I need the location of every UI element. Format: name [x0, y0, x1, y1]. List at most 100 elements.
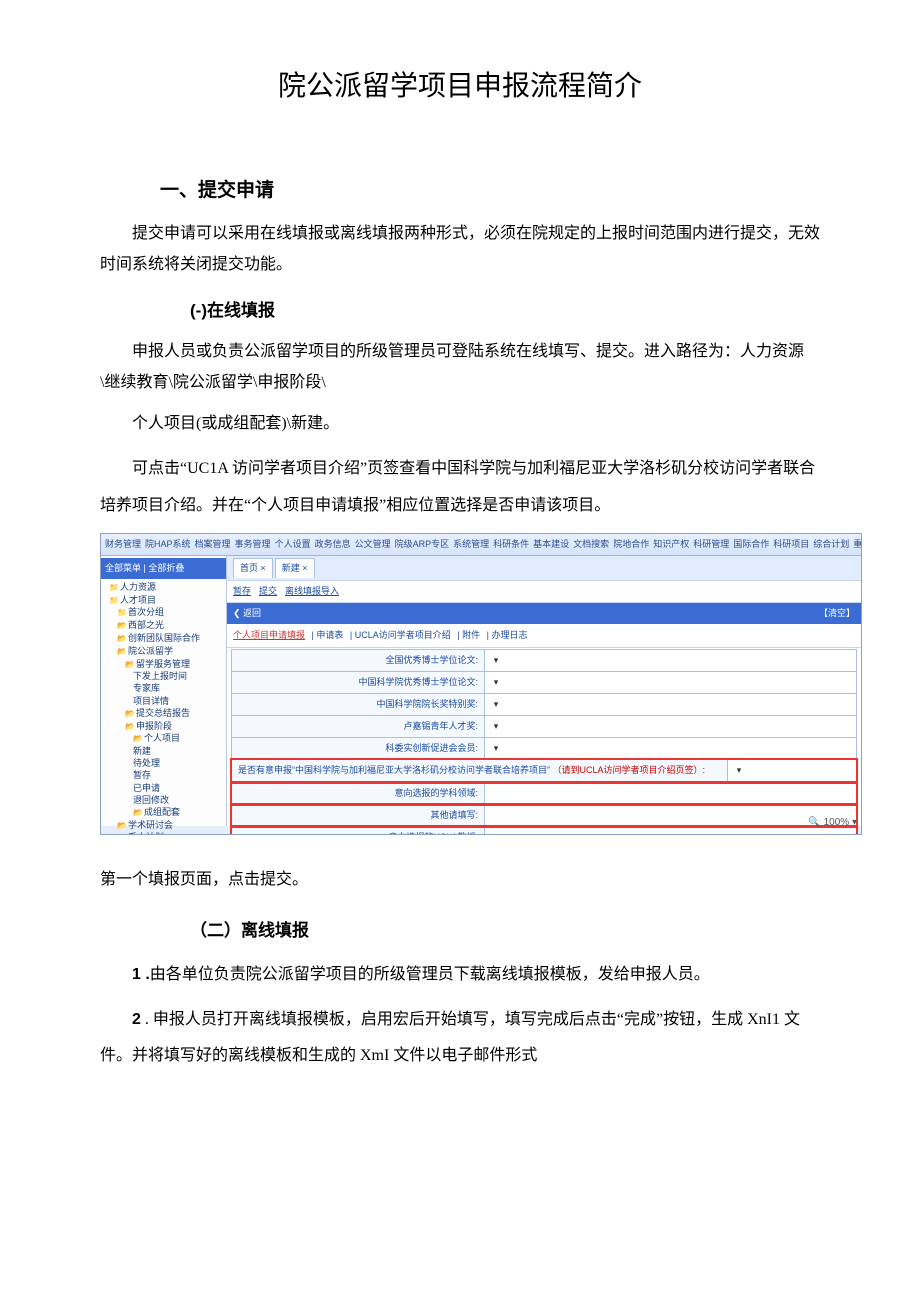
toolbar-action[interactable]: 暂存 — [233, 586, 251, 596]
form-row: 中国科学院院长奖特别奖:▾ — [231, 693, 857, 716]
menu-item[interactable]: 院地合作 — [613, 539, 649, 549]
toolbar-action[interactable]: 提交 — [259, 586, 277, 596]
nav-tree[interactable]: 人力资源人才项目首次分组西部之光创新团队国际合作院公派留学留学服务管理下发上报时… — [101, 579, 226, 835]
form-dropdown[interactable]: ▾ — [485, 650, 856, 671]
tree-node[interactable]: 待处理 — [103, 757, 224, 769]
chevron-down-icon[interactable]: ▾ — [489, 652, 503, 669]
sidebar-all-menu[interactable]: 全部菜单 — [105, 563, 141, 573]
menu-item[interactable]: 院HAP系统 — [145, 539, 191, 549]
form-row-highlight: 其他请填写: — [231, 804, 857, 827]
menu-item[interactable]: 国际合作 — [733, 539, 769, 549]
form-label: 其他请填写: — [232, 805, 485, 826]
tree-node[interactable]: 西部之光 — [103, 619, 224, 632]
form-dropdown[interactable]: ▾ — [485, 672, 856, 693]
form-dropdown[interactable]: ▾ — [485, 694, 856, 715]
tree-node[interactable]: 千人计划 — [103, 831, 224, 834]
chevron-down-icon[interactable]: ▾ — [489, 740, 503, 757]
tree-node[interactable]: 成组配套 — [103, 806, 224, 819]
form-input[interactable] — [485, 827, 856, 835]
tree-node[interactable]: 人力资源 — [103, 581, 224, 594]
tree-node[interactable]: 新建 — [103, 745, 224, 757]
menu-item[interactable]: 事务管理 — [235, 539, 271, 549]
tree-node[interactable]: 暂存 — [103, 769, 224, 781]
menu-item[interactable]: 综合计划 — [813, 539, 849, 549]
menu-item[interactable]: 文档搜索 — [573, 539, 609, 549]
page-title: 院公派留学项目申报流程简介 — [100, 60, 820, 113]
subtab-selected[interactable]: 个人项目申请填报 — [233, 630, 305, 640]
tree-node[interactable]: 学术研讨会 — [103, 819, 224, 832]
form-dropdown[interactable]: ▾ — [485, 716, 856, 737]
offline-step-2: 2 . 申报人员打开离线填报模板，启用宏后开始填写，填写完成后点击“完成”按钮，… — [100, 1002, 820, 1072]
subtab[interactable]: 办理日志 — [491, 630, 527, 640]
heading-1-2: （二）离线填报 — [190, 915, 820, 947]
back-button[interactable]: ❮ 返回 — [233, 605, 261, 622]
menu-item[interactable]: 档案管理 — [195, 539, 231, 549]
top-menu-bar: 财务管理院HAP系统档案管理事务管理个人设置政务信息公文管理院级ARP专区系统管… — [101, 534, 861, 556]
menu-item[interactable]: 财务管理 — [105, 539, 141, 549]
tree-node[interactable]: 已申请 — [103, 782, 224, 794]
subtab[interactable]: 申请表 — [316, 630, 343, 640]
menu-item[interactable]: 政务信息 — [315, 539, 351, 549]
chevron-down-icon[interactable]: ▾ — [489, 718, 503, 735]
toolbar[interactable]: 暂存提交离线填报导入 — [227, 581, 861, 603]
page-tab[interactable]: 首页 × — [233, 558, 273, 578]
ucla-label: 是否有意申报“中国科学院与加利福尼亚大学洛杉矶分校访问学者联合培养项目” — [238, 765, 550, 775]
tree-node[interactable]: 申报阶段 — [103, 720, 224, 733]
tree-node[interactable]: 个人项目 — [103, 732, 224, 745]
sidebar-collapse-all[interactable]: 全部折叠 — [148, 563, 184, 573]
back-bar[interactable]: ❮ 返回 【清空】 — [227, 603, 861, 624]
zoom-indicator[interactable]: 🔍 100% ▾ — [808, 813, 857, 832]
tree-node[interactable]: 人才项目 — [103, 594, 224, 607]
menu-item[interactable]: 科研管理 — [693, 539, 729, 549]
clear-link[interactable]: 【清空】 — [819, 605, 855, 622]
sidebar-header[interactable]: 全部菜单 | 全部折叠 — [101, 558, 226, 579]
tree-node[interactable]: 退回修改 — [103, 794, 224, 806]
heading-1: 一、提交申请 — [160, 173, 820, 209]
step-number-2: 2 — [132, 1011, 141, 1028]
menu-item[interactable]: 公文管理 — [355, 539, 391, 549]
page-tabs[interactable]: 首页 ×新建 × — [227, 556, 861, 581]
tree-node[interactable]: 留学服务管理 — [103, 658, 224, 671]
tree-node[interactable]: 项目详情 — [103, 695, 224, 707]
form-row: 全国优秀博士学位论文:▾ — [231, 649, 857, 672]
subtab[interactable]: 附件 — [462, 630, 480, 640]
form-label: 中国科学院优秀博士学位论文: — [232, 672, 485, 693]
menu-item[interactable]: 科研条件 — [493, 539, 529, 549]
menu-item[interactable]: 系统管理 — [453, 539, 489, 549]
tree-node[interactable]: 专家库 — [103, 682, 224, 694]
tree-node[interactable]: 下发上报时间 — [103, 670, 224, 682]
para-online-3: 可点击“UC1A 访问学者项目介绍”页签查看中国科学院与加利福尼亚大学洛杉矶分校… — [100, 451, 820, 525]
subtab[interactable]: UCLA访问学者项目介绍 — [355, 630, 451, 640]
ucla-note: （请到UCLA访问学者项目介绍页签）: — [553, 765, 706, 775]
form-label: 意向选报的UCLA教授: — [232, 827, 485, 835]
form-label: 卢嘉锡青年人才奖: — [232, 716, 485, 737]
ucla-apply-row[interactable]: 是否有意申报“中国科学院与加利福尼亚大学洛杉矶分校访问学者联合培养项目” （请到… — [231, 759, 857, 782]
form-label: 科委实创新促进会会员: — [232, 738, 485, 759]
menu-item[interactable]: 重大科研项目管理 — [853, 539, 862, 549]
chevron-down-icon[interactable]: ▾ — [489, 674, 503, 691]
form-row: 中国科学院优秀博士学位论文:▾ — [231, 671, 857, 694]
menu-item[interactable]: 基本建设 — [533, 539, 569, 549]
menu-item[interactable]: 院级ARP专区 — [395, 539, 450, 549]
form-row: 科委实创新促进会会员:▾ — [231, 737, 857, 760]
tree-node[interactable]: 创新团队国际合作 — [103, 632, 224, 645]
menu-item[interactable]: 个人设置 — [275, 539, 311, 549]
tree-node[interactable]: 院公派留学 — [103, 645, 224, 658]
toolbar-action[interactable]: 离线填报导入 — [285, 586, 339, 596]
chevron-down-icon[interactable]: ▾ — [489, 696, 503, 713]
sub-tabs[interactable]: 个人项目申请填报 | 申请表 | UCLA访问学者项目介绍 | 附件 | 办理日… — [227, 624, 861, 648]
screenshot-caption: 第一个填报页面，点击提交。 — [100, 865, 820, 895]
chevron-down-icon[interactable]: ▾ — [732, 762, 746, 779]
menu-item[interactable]: 知识产权 — [653, 539, 689, 549]
form-input[interactable] — [485, 783, 856, 804]
form-input[interactable] — [485, 805, 856, 826]
page-tab[interactable]: 新建 × — [275, 558, 315, 578]
menu-item[interactable]: 科研项目 — [773, 539, 809, 549]
para-online-2: 个人项目(或成组配套)\新建。 — [100, 406, 820, 443]
form-label: 意向选报的学科领域: — [232, 783, 485, 804]
tree-node[interactable]: 提交总结报告 — [103, 707, 224, 720]
form-dropdown[interactable]: ▾ — [485, 738, 856, 759]
screenshot-app: 财务管理院HAP系统档案管理事务管理个人设置政务信息公文管理院级ARP专区系统管… — [100, 533, 862, 835]
form-row: 卢嘉锡青年人才奖:▾ — [231, 715, 857, 738]
tree-node[interactable]: 首次分组 — [103, 606, 224, 619]
